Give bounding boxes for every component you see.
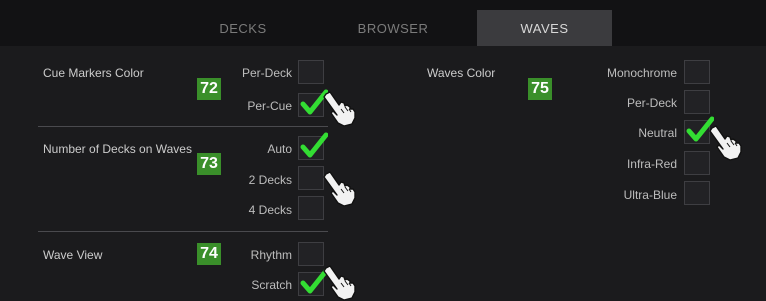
checkbox-color-per-deck[interactable] (684, 90, 710, 114)
option-label-per-deck: Per-Deck (241, 66, 292, 80)
decks-on-waves-label: Number of Decks on Waves (43, 142, 192, 156)
option-label-infra-red: Infra-Red (626, 157, 677, 171)
checkbox-view-rhythm[interactable] (298, 242, 324, 266)
option-label-2-decks: 2 Decks (248, 173, 292, 187)
checkbox-color-neutral[interactable] (684, 116, 714, 144)
checkmark-icon (300, 89, 328, 115)
callout-badge-72: 72 (197, 78, 221, 100)
option-label-per-deck-color: Per-Deck (626, 96, 677, 110)
checkbox-cue-per-deck[interactable] (298, 60, 324, 84)
callout-badge-73: 73 (197, 153, 221, 175)
checkmark-icon (300, 268, 328, 294)
option-label-neutral: Neutral (638, 126, 677, 140)
divider (38, 126, 328, 127)
checkmark-icon (300, 132, 328, 158)
checkbox-decks-auto[interactable] (298, 132, 328, 160)
cue-markers-color-label: Cue Markers Color (43, 66, 144, 80)
checkbox-color-ultra-blue[interactable] (684, 181, 710, 205)
option-label-scratch: Scratch (251, 278, 292, 292)
callout-badge-75: 75 (528, 78, 552, 100)
waves-settings-screen: DECKS BROWSER WAVES Cue Markers Color 72… (0, 0, 766, 301)
option-label-ultra-blue: Ultra-Blue (623, 188, 677, 202)
checkbox-color-infra-red[interactable] (684, 151, 710, 175)
option-label-per-cue: Per-Cue (247, 99, 292, 113)
checkmark-icon (686, 116, 714, 142)
wave-view-label: Wave View (43, 248, 103, 262)
tab-browser[interactable]: BROWSER (323, 10, 463, 46)
tab-waves[interactable]: WAVES (477, 10, 612, 46)
divider (38, 231, 328, 232)
checkbox-decks-2[interactable] (298, 166, 324, 190)
waves-color-label: Waves Color (427, 66, 496, 80)
checkbox-view-scratch[interactable] (298, 268, 328, 296)
checkbox-color-monochrome[interactable] (684, 60, 710, 84)
callout-badge-74: 74 (197, 243, 221, 265)
option-label-auto: Auto (267, 142, 292, 156)
option-label-4-decks: 4 Decks (248, 203, 292, 217)
option-label-monochrome: Monochrome (606, 66, 677, 80)
checkbox-cue-per-cue[interactable] (298, 89, 328, 117)
pointing-hand-icon (323, 171, 356, 207)
tab-bar: DECKS BROWSER WAVES (0, 0, 766, 46)
option-label-rhythm: Rhythm (250, 248, 292, 262)
checkbox-decks-4[interactable] (298, 196, 324, 220)
tab-decks[interactable]: DECKS (183, 10, 303, 46)
